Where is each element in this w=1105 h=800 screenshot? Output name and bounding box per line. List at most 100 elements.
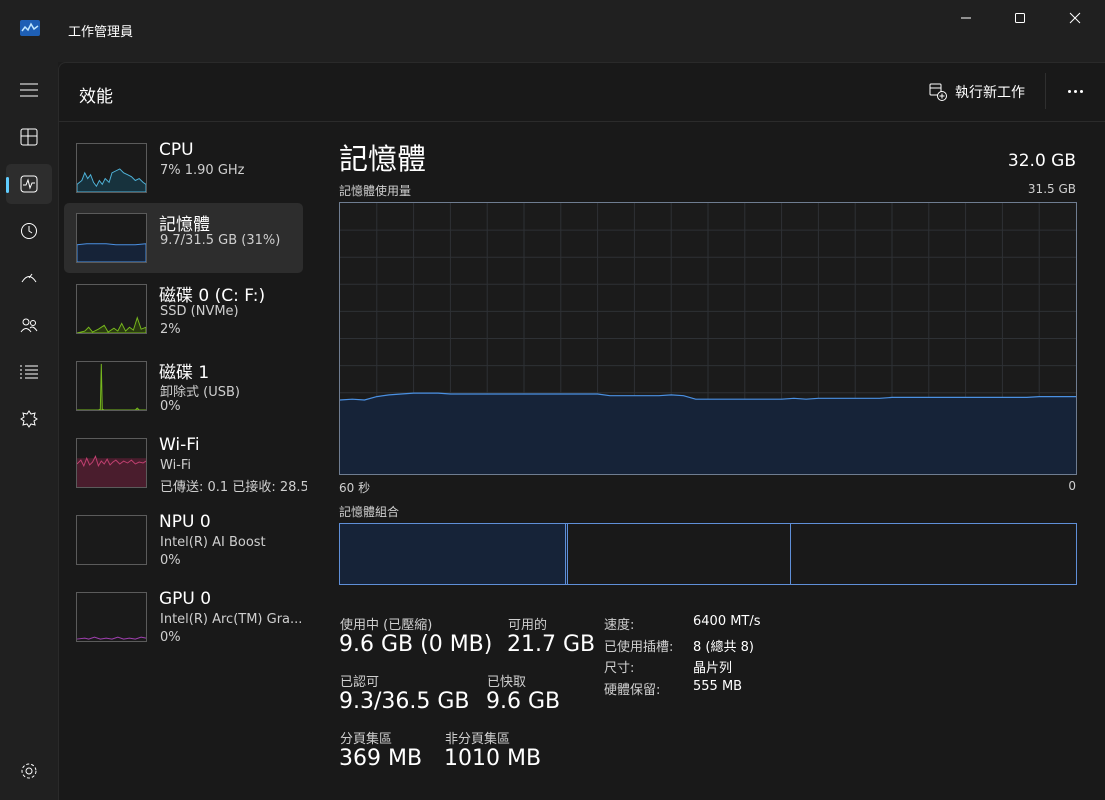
services-icon — [20, 410, 38, 428]
processes-icon — [20, 128, 38, 146]
resource-cpu[interactable]: CPU 7% 1.90 GHz — [64, 133, 303, 203]
spec-value: 555 MB — [693, 679, 743, 694]
cached-value: 9.6 GB — [486, 689, 561, 714]
resource-usage: 已傳送: 0.1 已接收: 28.5 — [160, 480, 307, 495]
more-options-button[interactable] — [1061, 79, 1089, 103]
resource-detail: Wi-Fi — [160, 458, 192, 473]
cpu-thumbnail — [76, 143, 147, 193]
memory-usage-chart — [340, 203, 1076, 474]
spec-value: 6400 MT/s — [693, 614, 761, 629]
usage-area — [340, 393, 1076, 474]
resource-name: GPU 0 — [159, 589, 212, 609]
composition-label: 記憶體組合 — [339, 505, 400, 519]
total-memory: 32.0 GB — [1007, 151, 1076, 171]
disk-1-thumbnail — [76, 361, 147, 411]
spec-label: 速度: — [604, 618, 635, 633]
minimize-button[interactable] — [943, 4, 989, 32]
cached-label: 已快取 — [487, 675, 527, 690]
run-new-task-button[interactable]: 執行新工作 — [929, 81, 1025, 103]
nav-processes[interactable] — [6, 117, 52, 157]
spec-value: 8 (總共 8) — [693, 640, 754, 655]
nav-menu-button[interactable] — [6, 70, 52, 110]
available-label: 可用的 — [508, 618, 548, 633]
resource-detail: 卸除式 (USB) — [160, 385, 240, 400]
page-title: 效能 — [79, 87, 113, 107]
available-value: 21.7 GB — [507, 632, 596, 657]
resource-disk-0[interactable]: 磁碟 0 (C: F:) SSD (NVMe) 2% — [64, 274, 303, 344]
resource-detail: 7% 1.90 GHz — [160, 163, 245, 178]
spec-label: 已使用插槽: — [604, 640, 674, 655]
nav-users[interactable] — [6, 305, 52, 345]
memory-usage-graph — [339, 202, 1077, 475]
axis-right-label: 0 — [1068, 479, 1076, 493]
resource-detail: SSD (NVMe) — [160, 304, 239, 319]
memory-composition-bar — [339, 523, 1077, 585]
resource-gpu[interactable]: GPU 0 Intel(R) Arc(TM) Gra... 0% — [64, 582, 303, 652]
title-bar: 工作管理員 — [0, 0, 1105, 62]
spec-value: 晶片列 — [693, 661, 733, 676]
task-manager-icon — [20, 20, 40, 36]
active-indicator — [6, 177, 9, 193]
minimize-icon — [961, 17, 971, 19]
window-title: 工作管理員 — [68, 25, 134, 40]
resource-name: 記憶體 — [159, 215, 210, 235]
resource-name: Wi-Fi — [159, 435, 200, 455]
axis-left-label: 60 秒 — [339, 481, 371, 495]
in-use-value: 9.6 GB (0 MB) — [339, 632, 493, 657]
memory-thumbnail — [76, 213, 147, 263]
usage-label: 記憶體使用量 — [339, 184, 412, 198]
composition-in-use — [340, 524, 566, 584]
resource-name: 磁碟 1 — [159, 363, 210, 383]
users-icon — [20, 318, 38, 333]
resource-wifi[interactable]: Wi-Fi Wi-Fi 已傳送: 0.1 已接收: 28.5 — [64, 428, 307, 498]
run-task-label: 執行新工作 — [955, 85, 1025, 101]
resource-usage: 0% — [160, 553, 181, 568]
settings-icon — [21, 763, 37, 779]
hamburger-icon — [20, 83, 38, 97]
nav-startup-apps[interactable] — [6, 258, 52, 298]
usage-max-label: 31.5 GB — [1027, 182, 1076, 196]
details-icon — [20, 365, 38, 379]
nav-settings[interactable] — [6, 751, 52, 791]
close-button[interactable] — [1052, 4, 1098, 32]
maximize-icon — [1015, 13, 1025, 23]
nonpaged-pool-value: 1010 MB — [444, 746, 542, 771]
run-task-icon — [929, 83, 947, 101]
navigation-rail — [0, 62, 58, 800]
composition-standby — [569, 524, 791, 584]
maximize-button[interactable] — [997, 4, 1043, 32]
resource-memory[interactable]: 記憶體 9.7/31.5 GB (31%) — [64, 203, 303, 273]
resource-detail: Intel(R) Arc(TM) Gra... — [160, 612, 303, 627]
nav-services[interactable] — [6, 399, 52, 439]
nonpaged-pool-label: 非分頁集區 — [445, 732, 511, 747]
nav-app-history[interactable] — [6, 211, 52, 251]
history-icon — [21, 223, 37, 239]
resource-usage: 0% — [160, 399, 181, 414]
gpu-thumbnail — [76, 592, 147, 642]
resource-name: CPU — [159, 140, 194, 160]
resource-disk-1[interactable]: 磁碟 1 卸除式 (USB) 0% — [64, 351, 303, 421]
npu-thumbnail — [76, 515, 147, 565]
resource-detail: 9.7/31.5 GB (31%) — [160, 233, 281, 248]
in-use-label: 使用中 (已壓縮) — [340, 618, 433, 633]
paged-pool-value: 369 MB — [339, 746, 423, 771]
nav-performance[interactable] — [6, 164, 52, 204]
resource-name: 磁碟 0 (C: F:) — [159, 286, 266, 306]
detail-title: 記憶體 — [339, 142, 427, 176]
performance-icon — [20, 175, 38, 193]
resource-usage: 2% — [160, 322, 181, 337]
resource-npu[interactable]: NPU 0 Intel(R) AI Boost 0% — [64, 505, 303, 575]
nav-details[interactable] — [6, 352, 52, 392]
startup-icon — [21, 273, 37, 283]
resource-detail: Intel(R) AI Boost — [160, 535, 266, 550]
header-separator — [1045, 73, 1046, 109]
composition-modified — [566, 524, 568, 584]
spec-label: 硬體保留: — [604, 683, 661, 698]
paged-pool-label: 分頁集區 — [340, 732, 393, 747]
wifi-thumbnail — [76, 438, 147, 488]
main-panel: 效能 執行新工作 CPU 7% 1.90 GHz 記憶體 9.7/31.5 GB… — [58, 62, 1105, 800]
disk-0-thumbnail — [76, 284, 147, 334]
resource-name: NPU 0 — [159, 512, 211, 532]
committed-label: 已認可 — [340, 675, 380, 690]
resource-usage: 0% — [160, 630, 181, 645]
